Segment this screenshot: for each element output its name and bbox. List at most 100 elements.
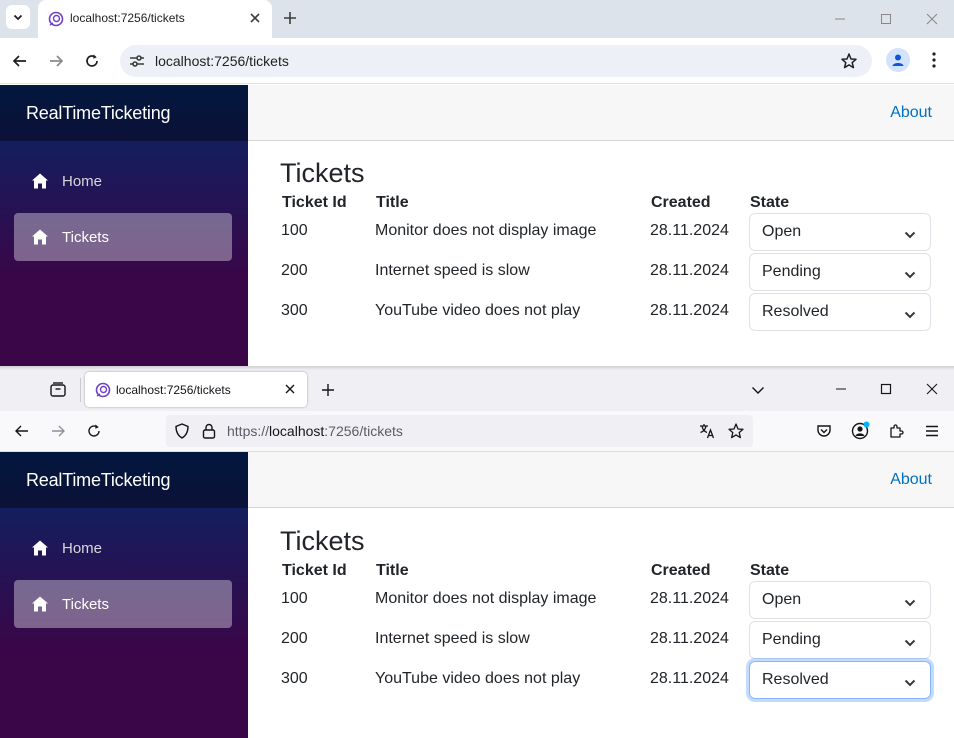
state-select[interactable]: Resolved [749,661,931,699]
forward-button[interactable] [46,419,70,443]
minimize-icon [836,388,846,390]
tracking-protection-shield-icon[interactable] [173,422,191,445]
chevron-down-icon [904,635,916,653]
window-divider [0,366,954,370]
close-tab-icon[interactable] [248,11,262,30]
page-title: Tickets [280,158,365,188]
reload-button[interactable] [80,49,104,73]
chevron-down-icon [904,227,916,245]
new-tab-button[interactable] [318,380,338,400]
browser-tab[interactable]: localhost:7256/tickets [38,0,272,38]
state-select[interactable]: Pending [749,253,931,291]
maximize-icon [881,14,891,24]
reload-button[interactable] [82,419,106,443]
ticket-id: 300 [281,302,308,319]
ticket-id: 200 [281,630,308,647]
state-value: Pending [762,263,821,280]
app-menu-button[interactable] [920,419,944,443]
minimize-button[interactable] [818,372,864,406]
ticket-title: Monitor does not display image [375,590,597,607]
column-header-created: Created [651,194,711,211]
bookmark-star-icon[interactable] [727,422,745,445]
forward-button[interactable] [44,49,68,73]
chrome-tab-strip: localhost:7256/tickets [0,0,954,38]
nav-item-home[interactable]: Home [14,157,232,205]
column-header-title: Title [376,562,409,579]
nav-label: Home [62,173,103,190]
profile-avatar[interactable] [886,48,910,72]
nav-item-tickets[interactable]: Tickets [14,580,232,628]
ticket-created: 28.11.2024 [650,262,729,279]
new-tab-button[interactable] [280,8,300,28]
brand-bar: RealTimeTicketing [0,85,248,141]
main-content: Tickets Ticket Id Title Created State 10… [280,526,931,699]
firefox-window: localhost:7256/tickets https://localhost… [0,366,954,738]
pocket-button[interactable] [812,419,836,443]
maximize-button[interactable] [863,0,909,38]
column-header-created: Created [651,562,711,579]
tab-title: localhost:7256/tickets [116,383,231,397]
close-icon [926,13,938,25]
state-select[interactable]: Open [749,213,931,251]
nav-label: Tickets [62,596,109,613]
close-window-button[interactable] [909,0,954,38]
column-header-ticket-id: Ticket Id [282,194,347,211]
chrome-menu-button[interactable] [924,48,944,72]
address-bar[interactable]: https://localhost:7256/tickets [166,415,753,447]
home-icon [31,539,49,562]
reload-icon [86,54,98,67]
maximize-icon [880,383,892,395]
about-link[interactable]: About [890,471,932,489]
nav-label: Tickets [62,229,109,246]
table-row: 200 Internet speed is slow 28.11.2024 Pe… [280,252,940,292]
minimize-button[interactable] [817,0,863,38]
tab-title: localhost:7256/tickets [70,11,185,25]
app-brand[interactable]: RealTimeTicketing [26,103,171,124]
back-button[interactable] [8,49,32,73]
chevron-down-icon [13,14,23,21]
brand-bar: RealTimeTicketing [0,452,248,508]
tab-search-button[interactable] [6,5,30,29]
firefox-toolbar: https://localhost:7256/tickets [0,411,954,452]
ticket-created: 28.11.2024 [650,590,729,607]
list-all-tabs-button[interactable] [748,380,768,400]
close-tab-icon[interactable] [283,382,297,401]
column-header-ticket-id: Ticket Id [282,562,347,579]
maximize-button[interactable] [863,372,909,406]
state-select[interactable]: Open [749,581,931,619]
ticket-id: 100 [281,222,308,239]
browser-tab[interactable]: localhost:7256/tickets [85,372,307,407]
minimize-icon [835,18,845,20]
about-link[interactable]: About [890,104,932,122]
ticket-created: 28.11.2024 [650,302,729,319]
account-button[interactable] [848,419,872,443]
extensions-button[interactable] [884,419,908,443]
main-content: Tickets Ticket Id Title Created State 10… [280,158,931,331]
close-window-button[interactable] [909,372,954,406]
state-select[interactable]: Pending [749,621,931,659]
home-icon [31,172,49,195]
table-row: 200 Internet speed is slow 28.11.2024 Pe… [280,620,940,660]
table-row: 300 YouTube video does not play 28.11.20… [280,292,940,332]
app-brand[interactable]: RealTimeTicketing [26,470,171,491]
nav-item-tickets[interactable]: Tickets [14,213,232,261]
table-row: 100 Monitor does not display image 28.11… [280,580,940,620]
chrome-toolbar: localhost:7256/tickets [0,38,954,84]
back-button[interactable] [10,419,34,443]
bookmark-star-icon[interactable] [840,52,858,75]
nav-item-home[interactable]: Home [14,524,232,572]
home-icon [31,228,49,251]
firefox-view-button[interactable] [46,378,70,402]
state-value: Resolved [762,303,829,320]
ticket-id: 100 [281,590,308,607]
site-settings-icon[interactable] [128,52,146,75]
address-bar[interactable]: localhost:7256/tickets [120,45,872,77]
state-select[interactable]: Resolved [749,293,931,331]
state-value: Open [762,223,802,240]
lock-icon[interactable] [201,422,217,445]
nav-label: Home [62,540,103,557]
column-header-state: State [750,562,790,579]
account-icon [851,421,870,440]
puzzle-icon [890,424,904,438]
translate-icon[interactable] [698,422,716,445]
